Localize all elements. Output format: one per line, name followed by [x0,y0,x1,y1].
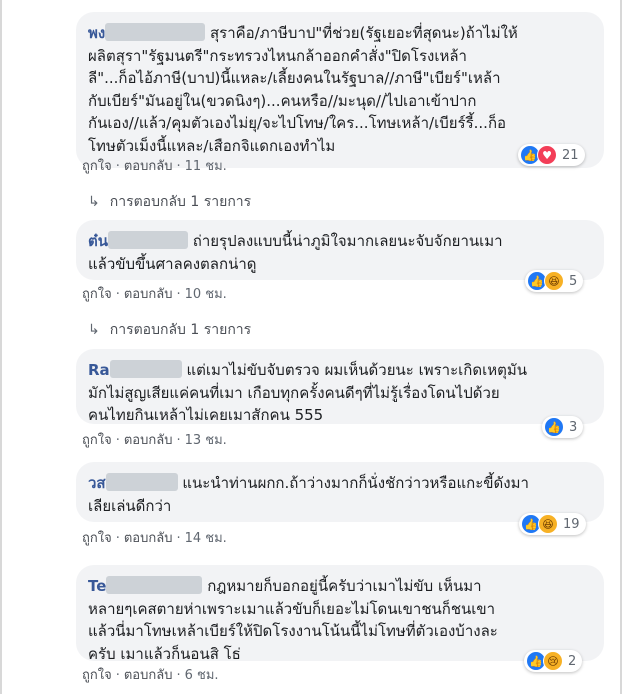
comment-actions: ถูกใจ · ตอบกลับ · 6 ชม. [82,668,219,683]
reaction-count: 3 [569,419,578,435]
comment-actions: ถูกใจ · ตอบกลับ · 10 ชม. [82,287,227,302]
comment-text: เลียเล่นดีกว่า [88,496,172,515]
reaction-summary[interactable]: 👍 ♥ 21 [518,144,585,166]
comment-text: แล้วขับขึ้นศาลคงตลกน่าดู [88,254,257,273]
comment-bubble: Ra แต่เมาไม่ขับจับตรวจ ผมเห็นด้วยนะ เพรา… [76,349,604,424]
timestamp[interactable]: 10 ชม. [185,287,227,302]
comment-bubble: ต๋น ถ่ายรุปลงแบบนี้น่าภูมิใจมากเลยนะจับจ… [76,220,604,280]
haha-icon: 😆 [544,271,564,291]
reply-arrow-icon: ↳ [88,194,100,210]
commenter-name[interactable]: ต๋น [88,232,108,250]
like-link[interactable]: ถูกใจ [82,159,112,174]
commenter-name[interactable]: Ra [88,361,110,379]
reply-arrow-icon: ↳ [88,322,100,338]
commenter-name[interactable]: พง [88,24,105,42]
comment-text: สุราคือ/ภาษีบาป"ที่ช่วย(รัฐเยอะที่สุดนะ)… [205,24,518,42]
comment-bubble: Te กฎหมายก็บอกอยู่นี้ครับว่าเมาไม่ขับ เห… [76,565,604,663]
comment-actions: ถูกใจ · ตอบกลับ · 14 ชม. [82,531,227,546]
comment-text: ถ่ายรุปลงแบบนี้น่าภูมิใจมากเลยนะจับจักยา… [188,232,503,250]
comment-text: แนะนำท่านผกก.ถ้าว่างมากก็นั่งชักว่าวหรือ… [177,474,529,492]
comment-text: หลายๆเคสตายห่าเพราะเมาแล้วขับก็เยอะไม่โด… [88,599,498,663]
like-link[interactable]: ถูกใจ [82,433,112,448]
like-link[interactable]: ถูกใจ [82,531,112,546]
timestamp[interactable]: 6 ชม. [185,668,219,683]
comment-actions: ถูกใจ · ตอบกลับ · 11 ชม. [82,159,227,174]
comment-actions: ถูกใจ · ตอบกลับ · 13 ชม. [82,433,227,448]
like-icon: 👍 [544,417,564,437]
reply-link[interactable]: ตอบกลับ [124,668,173,683]
comment-text: ผลิตสุรา"รัฐมนตรี"กระทรวงไหนกล้าออกคำสั่… [88,46,507,155]
commenter-name[interactable]: Te [88,577,106,595]
reply-link[interactable]: ตอบกลับ [124,433,173,448]
blurred-name [109,360,182,378]
commenter-name[interactable]: วส [88,474,106,492]
replies-count-label: การตอบกลับ 1 รายการ [109,194,252,210]
blurred-name [105,473,178,491]
blurred-name [106,576,203,594]
reaction-count: 19 [563,516,580,532]
comment-text: มักไม่สูญเสียแค่คนที่เมา เกือบทุกครั้งคน… [88,383,500,425]
reaction-summary[interactable]: 👍 3 [542,416,584,438]
blurred-name [105,23,206,41]
reaction-count: 2 [568,653,577,669]
reaction-summary[interactable]: 👍 😆 19 [519,513,586,535]
view-replies-link[interactable]: ↳ การตอบกลับ 1 รายการ [88,319,251,341]
comment-text: แต่เมาไม่ขับจับตรวจ ผมเห็นด้วยนะ เพราะเก… [181,361,527,379]
timestamp[interactable]: 13 ชม. [185,433,227,448]
reply-link[interactable]: ตอบกลับ [124,287,173,302]
replies-count-label: การตอบกลับ 1 รายการ [109,322,252,338]
love-icon: ♥ [537,145,557,165]
reply-link[interactable]: ตอบกลับ [124,159,173,174]
comment-text: กฎหมายก็บอกอยู่นี้ครับว่าเมาไม่ขับ เห็นม… [202,577,482,595]
reaction-summary[interactable]: 👍 😆 5 [525,270,584,292]
sad-icon: 😢 [543,651,563,671]
like-link[interactable]: ถูกใจ [82,287,112,302]
reply-link[interactable]: ตอบกลับ [124,531,173,546]
timestamp[interactable]: 11 ชม. [185,159,227,174]
blurred-name [108,231,188,249]
timestamp[interactable]: 14 ชม. [185,531,227,546]
like-link[interactable]: ถูกใจ [82,668,112,683]
reaction-count: 5 [569,273,578,289]
view-replies-link[interactable]: ↳ การตอบกลับ 1 รายการ [88,191,251,213]
comment-thread: พง สุราคือ/ภาษีบาป"ที่ช่วย(รัฐเยอะที่สุด… [0,0,622,694]
reaction-count: 21 [562,147,579,163]
reaction-summary[interactable]: 👍 😢 2 [524,650,583,672]
haha-icon: 😆 [538,514,558,534]
